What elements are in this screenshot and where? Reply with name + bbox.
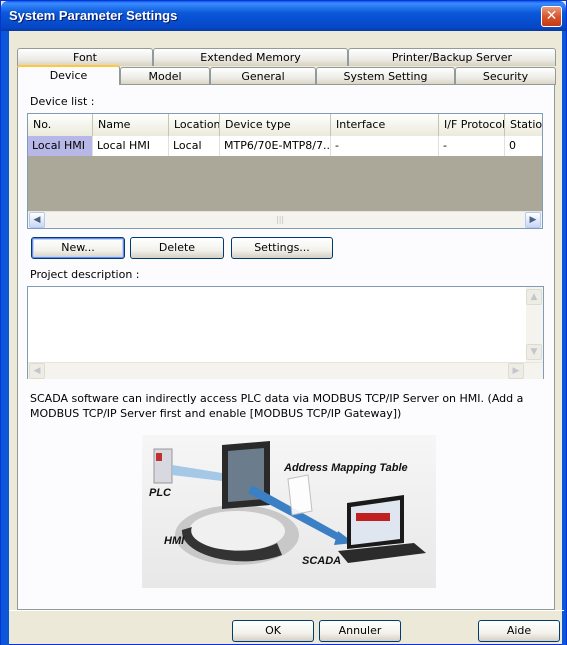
device-list-label: Device list :	[30, 95, 95, 108]
project-description-field[interactable]: ▲ ▼ ◀ ▶	[27, 286, 544, 379]
address-mapping-sheet-icon	[287, 474, 313, 516]
cell-no: Local HMI	[28, 136, 93, 156]
description-vertical-scrollbar[interactable]: ▲ ▼	[526, 287, 543, 362]
device-list-header: No. Name Location Device type Interface …	[28, 114, 542, 136]
diagram-illustration	[153, 441, 426, 565]
column-header-no[interactable]: No.	[28, 114, 93, 136]
scroll-down-button[interactable]: ▼	[526, 344, 542, 360]
window-frame-right	[562, 31, 566, 645]
system-parameter-settings-window: System Parameter Settings ✕ Font Extende…	[0, 0, 567, 645]
chevron-left-icon: ◀	[33, 366, 41, 376]
scada-label: SCADA	[302, 555, 342, 567]
cell-name: Local HMI	[93, 136, 169, 156]
tab-model[interactable]: Model	[120, 67, 210, 85]
device-settings-button[interactable]: Settings...	[231, 237, 333, 259]
plc-to-hmi-arrow-icon	[172, 465, 222, 481]
scroll-grip-icon: |||	[276, 215, 285, 224]
footer-separator	[9, 610, 564, 611]
chevron-right-icon: ▶	[529, 215, 537, 225]
chevron-right-icon: ▶	[512, 366, 520, 376]
help-button[interactable]: Aide	[478, 620, 560, 642]
window-frame-left	[1, 31, 9, 645]
cell-device-type: MTP6/70E-MTP8/7...	[220, 136, 331, 156]
scroll-right-button[interactable]: ▶	[508, 363, 524, 379]
cell-if-protocol: -	[439, 136, 505, 156]
scroll-left-button[interactable]: ◀	[29, 363, 45, 379]
tab-printer-backup-server[interactable]: Printer/Backup Server	[348, 48, 556, 66]
plc-indicator-icon	[156, 453, 162, 461]
device-list[interactable]: No. Name Location Device type Interface …	[27, 113, 543, 229]
chevron-left-icon: ◀	[33, 215, 41, 225]
new-device-button[interactable]: New...	[31, 237, 125, 259]
column-header-name[interactable]: Name	[93, 114, 169, 136]
project-description-label: Project description :	[30, 268, 140, 281]
scroll-right-button[interactable]: ▶	[525, 212, 541, 228]
hmi-label: HMI	[164, 535, 185, 547]
window-title: System Parameter Settings	[9, 8, 178, 23]
table-row[interactable]: Local HMI Local HMI Local MTP6/70E-MTP8/…	[28, 136, 542, 156]
description-horizontal-scrollbar[interactable]: ◀ ▶	[28, 362, 543, 379]
delete-device-button[interactable]: Delete	[130, 237, 224, 259]
address-mapping-table-label: Address Mapping Table	[284, 462, 408, 474]
column-header-station[interactable]: Station	[505, 114, 542, 136]
plc-label: PLC	[149, 487, 171, 499]
cell-location: Local	[169, 136, 220, 156]
modbus-gateway-note: SCADA software can indirectly access PLC…	[30, 392, 524, 420]
tab-font[interactable]: Font	[17, 48, 153, 66]
close-button[interactable]: ✕	[541, 6, 562, 27]
tab-system-setting[interactable]: System Setting	[316, 67, 455, 85]
column-header-if-protocol[interactable]: I/F Protocol	[439, 114, 505, 136]
device-list-horizontal-scrollbar[interactable]: ◀ ||| ▶	[28, 211, 542, 228]
chevron-down-icon: ▼	[530, 347, 538, 357]
column-header-interface[interactable]: Interface	[331, 114, 439, 136]
column-header-location[interactable]: Location	[169, 114, 220, 136]
scroll-left-button[interactable]: ◀	[29, 212, 45, 228]
cell-station: 0	[505, 136, 542, 156]
tab-extended-memory[interactable]: Extended Memory	[153, 48, 348, 66]
tab-general[interactable]: General	[210, 67, 316, 85]
scroll-up-button[interactable]: ▲	[526, 289, 542, 305]
chevron-up-icon: ▲	[530, 292, 538, 302]
ok-button[interactable]: OK	[232, 620, 314, 642]
tab-security[interactable]: Security	[455, 67, 556, 85]
title-bar[interactable]: System Parameter Settings ✕	[1, 1, 566, 31]
cell-interface: -	[331, 136, 439, 156]
column-header-device-type[interactable]: Device type	[220, 114, 331, 136]
cancel-button[interactable]: Annuler	[319, 620, 401, 642]
close-icon: ✕	[545, 8, 558, 24]
scada-plc-hmi-diagram: Address Mapping Table PLC HMI SCADA	[142, 435, 436, 588]
tab-device[interactable]: Device	[17, 65, 120, 85]
